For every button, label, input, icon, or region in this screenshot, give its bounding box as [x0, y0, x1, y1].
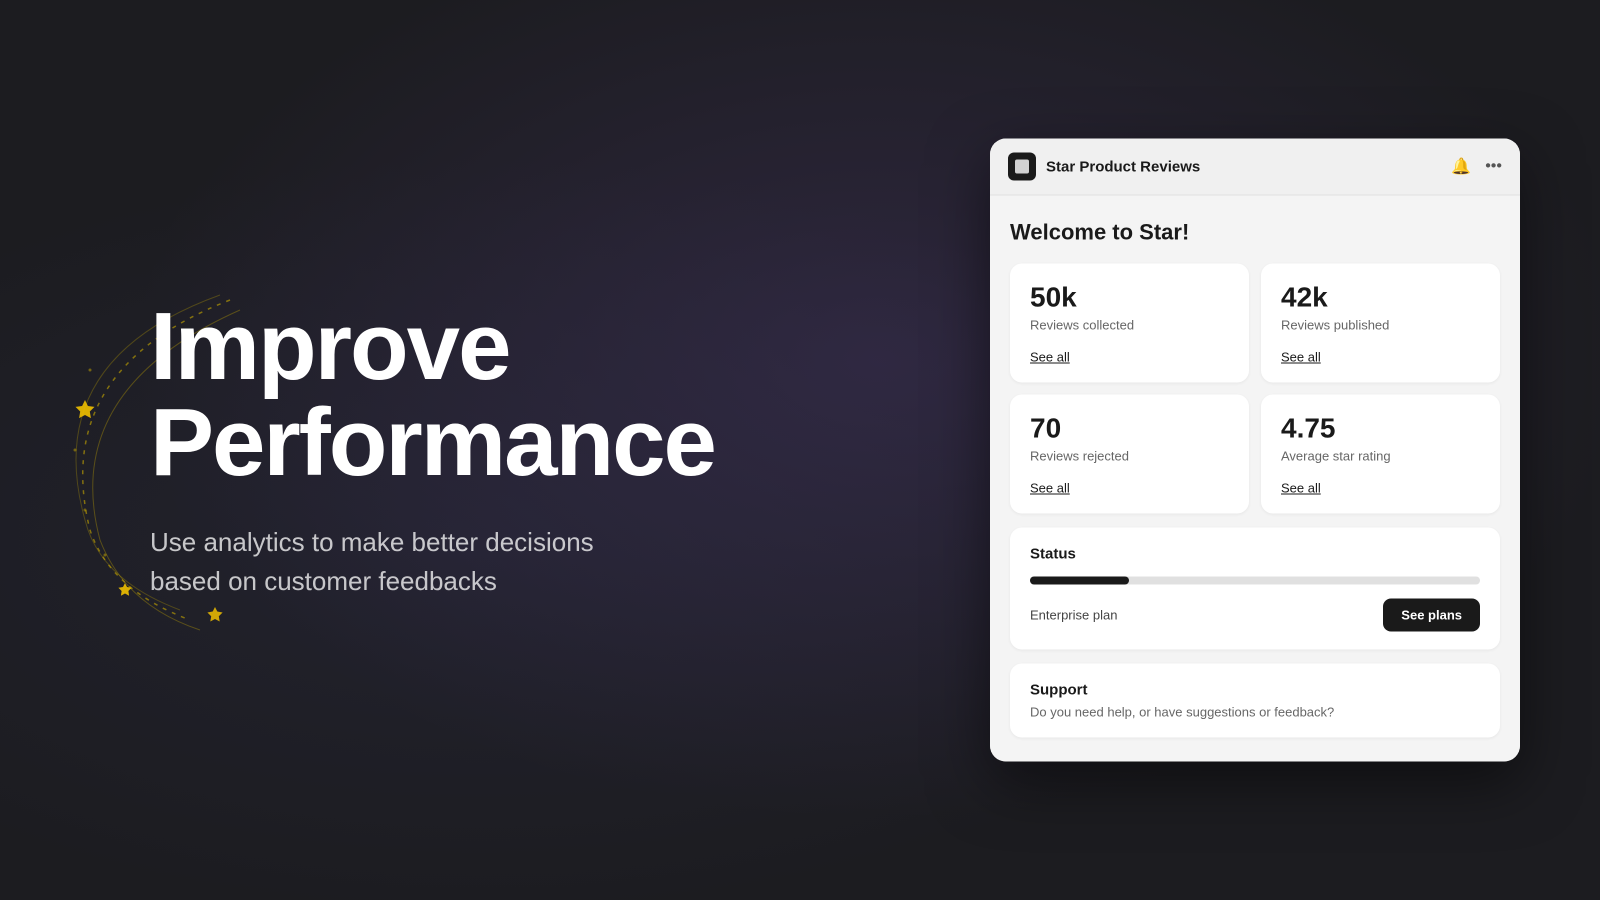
- stat-link-3[interactable]: See all: [1281, 481, 1321, 496]
- stat-number-3: 4.75: [1281, 413, 1480, 445]
- headline: Improve Performance: [150, 299, 860, 491]
- stat-link-2[interactable]: See all: [1030, 481, 1070, 496]
- progress-bar-fill: [1030, 577, 1129, 585]
- subtext: Use analytics to make better decisions b…: [150, 523, 650, 601]
- stat-label-1: Reviews published: [1281, 318, 1480, 333]
- welcome-title: Welcome to Star!: [1010, 220, 1500, 246]
- status-card: Status Enterprise plan See plans: [1010, 528, 1500, 650]
- app-icon-inner: [1015, 160, 1029, 174]
- headline-line1: Improve: [150, 293, 509, 400]
- stat-link-1[interactable]: See all: [1281, 350, 1321, 365]
- see-plans-button[interactable]: See plans: [1383, 599, 1480, 632]
- bell-icon[interactable]: 🔔: [1451, 157, 1471, 177]
- stat-card-reviews-rejected: 70 Reviews rejected See all: [1010, 395, 1249, 514]
- support-text: Do you need help, or have suggestions or…: [1030, 705, 1480, 720]
- progress-bar-bg: [1030, 577, 1480, 585]
- stat-label-2: Reviews rejected: [1030, 449, 1229, 464]
- stat-number-2: 70: [1030, 413, 1229, 445]
- status-title: Status: [1030, 546, 1480, 563]
- stat-card-avg-rating: 4.75 Average star rating See all: [1261, 395, 1500, 514]
- panel-header-right: 🔔 •••: [1451, 157, 1502, 177]
- stat-number-0: 50k: [1030, 282, 1229, 314]
- status-footer: Enterprise plan See plans: [1030, 599, 1480, 632]
- more-icon[interactable]: •••: [1485, 158, 1502, 176]
- plan-label: Enterprise plan: [1030, 608, 1117, 623]
- app-icon: [1008, 153, 1036, 181]
- support-title: Support: [1030, 682, 1480, 699]
- right-panel: Star Product Reviews 🔔 ••• Welcome to St…: [990, 139, 1520, 762]
- stat-card-reviews-collected: 50k Reviews collected See all: [1010, 264, 1249, 383]
- support-card: Support Do you need help, or have sugges…: [1010, 664, 1500, 738]
- panel-header: Star Product Reviews 🔔 •••: [990, 139, 1520, 196]
- stat-card-reviews-published: 42k Reviews published See all: [1261, 264, 1500, 383]
- stats-grid: 50k Reviews collected See all 42k Review…: [1010, 264, 1500, 514]
- panel-header-left: Star Product Reviews: [1008, 153, 1200, 181]
- panel-body: Welcome to Star! 50k Reviews collected S…: [990, 196, 1520, 762]
- left-section: Improve Performance Use analytics to mak…: [0, 0, 860, 900]
- stat-label-0: Reviews collected: [1030, 318, 1229, 333]
- stat-number-1: 42k: [1281, 282, 1480, 314]
- headline-line2: Performance: [150, 389, 715, 496]
- stat-label-3: Average star rating: [1281, 449, 1480, 464]
- stat-link-0[interactable]: See all: [1030, 350, 1070, 365]
- panel-title: Star Product Reviews: [1046, 158, 1200, 175]
